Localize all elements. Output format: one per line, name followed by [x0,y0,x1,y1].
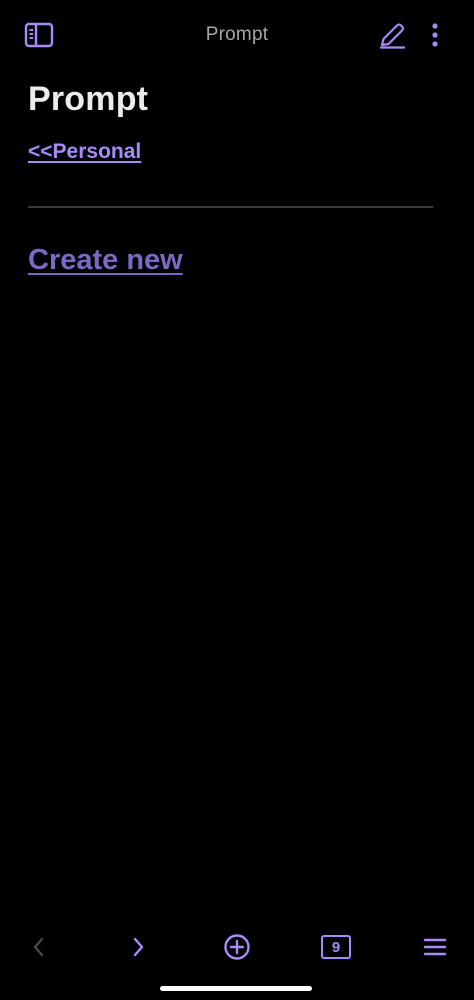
plus-circle-icon [224,934,250,960]
new-note-button[interactable] [220,930,254,964]
more-vertical-icon [432,23,438,47]
tabs-button[interactable]: 9 [319,930,353,964]
bottom-toolbar: 9 [0,920,474,975]
tabs-icon: 9 [321,935,351,959]
edit-button[interactable] [378,20,406,50]
menu-button[interactable] [418,930,452,964]
chevron-right-icon [133,937,144,957]
home-indicator[interactable] [160,986,312,991]
create-new-link[interactable]: Create new [28,244,183,277]
back-button[interactable] [22,930,56,964]
tabs-count: 9 [331,938,341,956]
top-bar: Prompt [0,0,474,70]
menu-icon [423,938,447,956]
pencil-icon [379,23,406,49]
chevron-left-icon [33,937,44,957]
forward-button[interactable] [121,930,155,964]
back-link-personal[interactable]: <<Personal [28,140,141,164]
divider [28,206,433,208]
more-options-button[interactable] [426,20,444,50]
note-title: Prompt [28,80,149,118]
